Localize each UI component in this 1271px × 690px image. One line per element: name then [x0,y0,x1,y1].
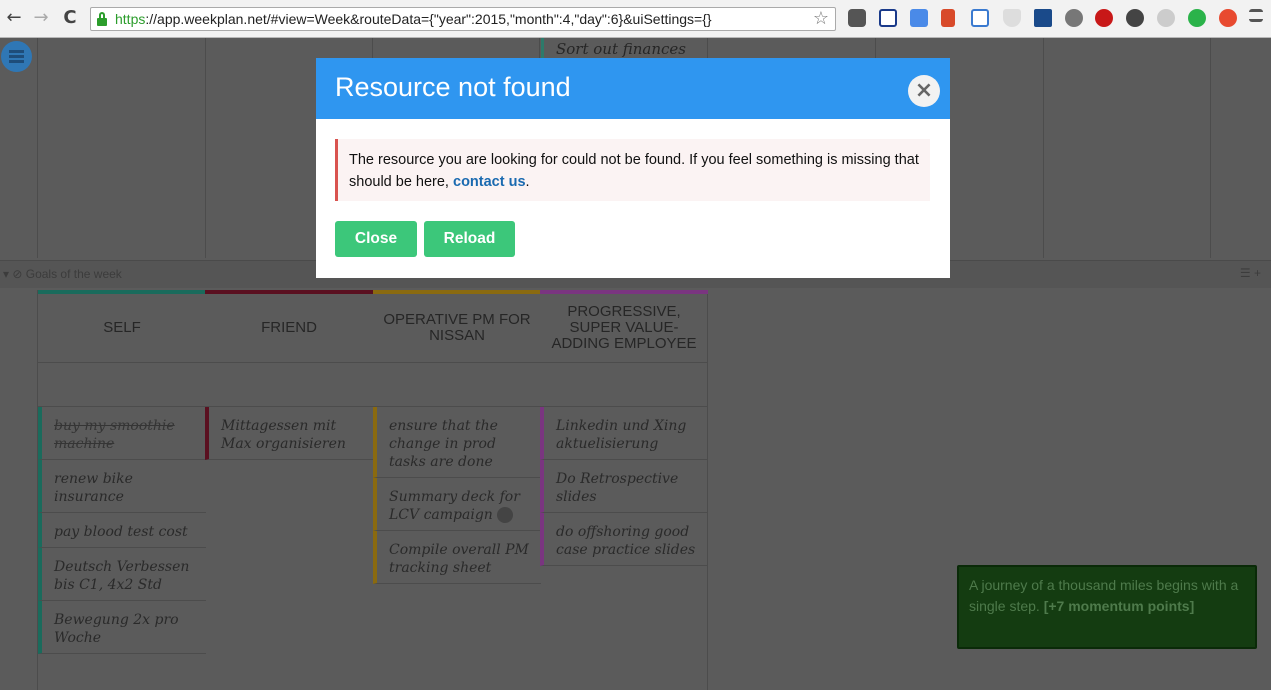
goal-task[interactable]: Summary deck for LCV campaign [373,478,541,531]
back-button[interactable]: ← [4,7,24,29]
goal-task[interactable]: Do Retrospective slides [540,460,708,513]
contact-us-link[interactable]: contact us [453,174,526,190]
schedule-task[interactable]: Sort out finances [541,38,706,60]
lastpass-icon[interactable] [1219,9,1237,27]
goal-add-slot[interactable] [205,363,373,407]
extension-id-icon[interactable] [1188,9,1206,27]
evernote-icon[interactable] [1034,9,1052,27]
resource-not-found-modal: Resource not found × The resource you ar… [316,58,950,278]
bookmark-star-icon[interactable]: ☆ [813,8,829,30]
goal-title[interactable]: PROGRESSIVE, SUPER VALUE-ADDING EMPLOYEE [540,290,708,363]
reload-button[interactable]: Reload [424,221,515,257]
goal-task[interactable]: buy my smoothie machine [38,407,206,460]
goal-task[interactable]: Linkedin und Xing aktuelisierung [540,407,708,460]
forward-button[interactable]: → [31,7,51,29]
browser-toolbar: ← → C https://app.weekplan.net/#view=Wee… [0,0,1271,38]
goal-task-text: Linkedin und Xing aktuelisierung [556,418,687,452]
goal-column: PROGRESSIVE, SUPER VALUE-ADDING EMPLOYEE… [540,290,708,566]
adblock-icon[interactable] [1095,9,1113,27]
menu-icon[interactable] [1249,9,1263,22]
goal-column: SELF buy my smoothie machine renew bike in… [38,290,206,654]
goal-task[interactable]: Bewegung 2x pro Woche [38,601,206,654]
goal-task[interactable]: Deutsch Verbessen bis C1, 4x2 Std [38,548,206,601]
goal-task-text: ensure that the change in prod tasks are… [389,418,498,470]
gear-icon[interactable] [1126,9,1144,27]
day-column-divider [37,38,38,258]
onenote-icon[interactable] [879,9,897,27]
bookmark-ext-icon[interactable] [941,9,955,27]
close-icon[interactable]: × [908,75,940,107]
goal-add-slot[interactable] [38,363,206,407]
screen: ← → C https://app.weekplan.net/#view=Wee… [0,0,1271,690]
goal-task[interactable]: ensure that the change in prod tasks are… [373,407,541,478]
goal-column: FRIEND Mittagessen mit Max organisieren [205,290,373,460]
goal-task-text: Compile overall PM tracking sheet [389,542,529,576]
goal-title[interactable]: SELF [38,290,206,363]
modal-title: Resource not found [335,72,571,102]
shield-icon[interactable] [1003,9,1021,27]
goal-task-text: Deutsch Verbessen bis C1, 4x2 Std [54,559,190,593]
day-column-divider [1043,38,1044,258]
day-column-divider [205,38,206,258]
goal-task-text: Do Retrospective slides [556,471,679,505]
chat-icon[interactable] [1157,9,1175,27]
error-alert: The resource you are looking for could n… [335,139,930,201]
goal-column: OPERATIVE PM FOR NISSAN ensure that the c… [373,290,541,584]
modal-header: Resource not found × [316,58,950,119]
goal-add-slot[interactable] [540,363,708,407]
goal-title[interactable]: FRIEND [205,290,373,363]
goal-add-slot[interactable] [373,363,541,407]
app-menu-button[interactable] [1,41,32,72]
goal-title[interactable]: OPERATIVE PM FOR NISSAN [373,290,541,363]
translate-icon[interactable] [910,9,928,27]
goal-task-text: renew bike insurance [54,471,133,505]
recycle-icon[interactable] [1065,9,1083,27]
pocket-icon[interactable] [848,9,866,27]
alert-message: The resource you are looking for could n… [349,152,919,190]
goal-task-text: Mittagessen mit Max organisieren [221,418,346,452]
goal-task-text: pay blood test cost [54,524,188,540]
comment-icon[interactable] [496,507,513,523]
url-text: https://app.weekplan.net/#view=Week&rout… [115,11,712,27]
goal-task[interactable]: do offshoring good case practice slides [540,513,708,566]
goal-task-text: buy my smoothie machine [54,418,175,452]
close-button[interactable]: Close [335,221,417,257]
momentum-toast: A journey of a thousand miles begins wit… [957,565,1257,649]
toast-points: [+7 momentum points] [1043,598,1195,614]
lock-icon [97,12,107,26]
goal-task-text: Bewegung 2x pro Woche [54,612,179,646]
day-column-divider [1210,38,1211,258]
goals-bar-label[interactable]: ▾ ⊘ Goals of the week [3,267,122,281]
reload-icon[interactable]: C [60,7,80,29]
goal-task[interactable]: renew bike insurance [38,460,206,513]
goals-bar-icons[interactable]: ☰ + [1240,266,1261,280]
goal-task[interactable]: pay blood test cost [38,513,206,548]
alert-message-end: . [525,174,530,190]
screenshot-icon[interactable] [971,9,989,27]
goal-task-text: do offshoring good case practice slides [556,524,696,558]
goal-task[interactable]: Compile overall PM tracking sheet [373,531,541,584]
goal-task[interactable]: Mittagessen mit Max organisieren [205,407,373,460]
address-bar[interactable]: https://app.weekplan.net/#view=Week&rout… [90,7,836,31]
